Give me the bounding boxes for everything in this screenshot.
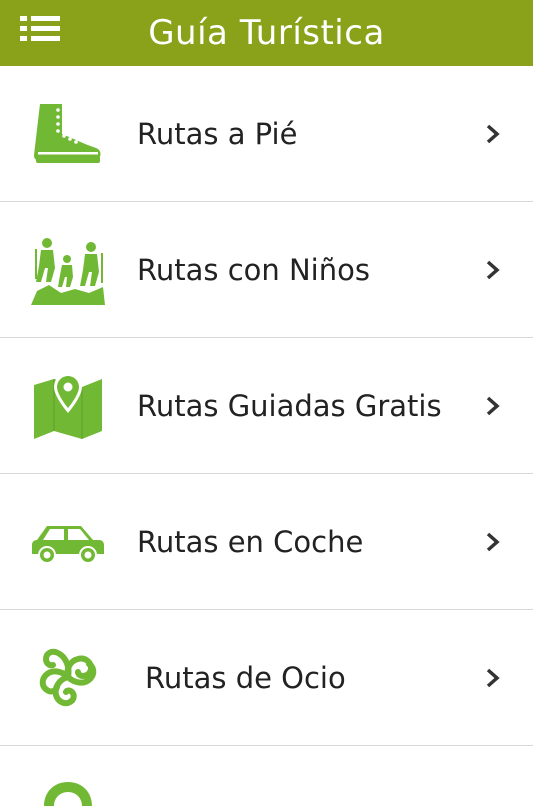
list-item-label: Rutas Guiadas Gratis: [137, 388, 442, 423]
car-icon: [30, 504, 106, 580]
list-item-label: Rutas a Pié: [137, 116, 298, 151]
chevron-right-icon: [486, 668, 500, 687]
hiking-boot-icon: [30, 96, 106, 172]
list-item-rutas-de-ocio[interactable]: Rutas de Ocio: [0, 610, 533, 746]
list-item-rutas-en-coche[interactable]: Rutas en Coche: [0, 474, 533, 610]
list-item-label: Rutas con Niños: [137, 252, 370, 287]
map-pin-icon: [30, 368, 106, 444]
list-item-rutas-guiadas-gratis[interactable]: Rutas Guiadas Gratis: [0, 338, 533, 474]
chevron-right-icon: [486, 532, 500, 551]
location-pin-icon: [44, 782, 92, 806]
list-menu-icon: [20, 16, 60, 41]
list-item-label: Rutas en Coche: [137, 524, 364, 559]
triskelion-icon: [30, 640, 106, 716]
app-header: Guía Turística: [0, 0, 533, 66]
route-list: Rutas a Pié Rutas con Niños Rutas Guiada…: [0, 66, 533, 806]
list-item-label: Rutas de Ocio: [145, 660, 346, 695]
list-item-rutas-con-ninos[interactable]: Rutas con Niños: [0, 202, 533, 338]
chevron-right-icon: [486, 260, 500, 279]
menu-button[interactable]: [20, 12, 62, 46]
list-item-partial[interactable]: [0, 746, 533, 806]
family-hiking-icon: [30, 232, 106, 308]
chevron-right-icon: [486, 124, 500, 143]
list-item-rutas-a-pie[interactable]: Rutas a Pié: [0, 66, 533, 202]
page-title: Guía Turística: [148, 13, 385, 53]
chevron-right-icon: [486, 396, 500, 415]
